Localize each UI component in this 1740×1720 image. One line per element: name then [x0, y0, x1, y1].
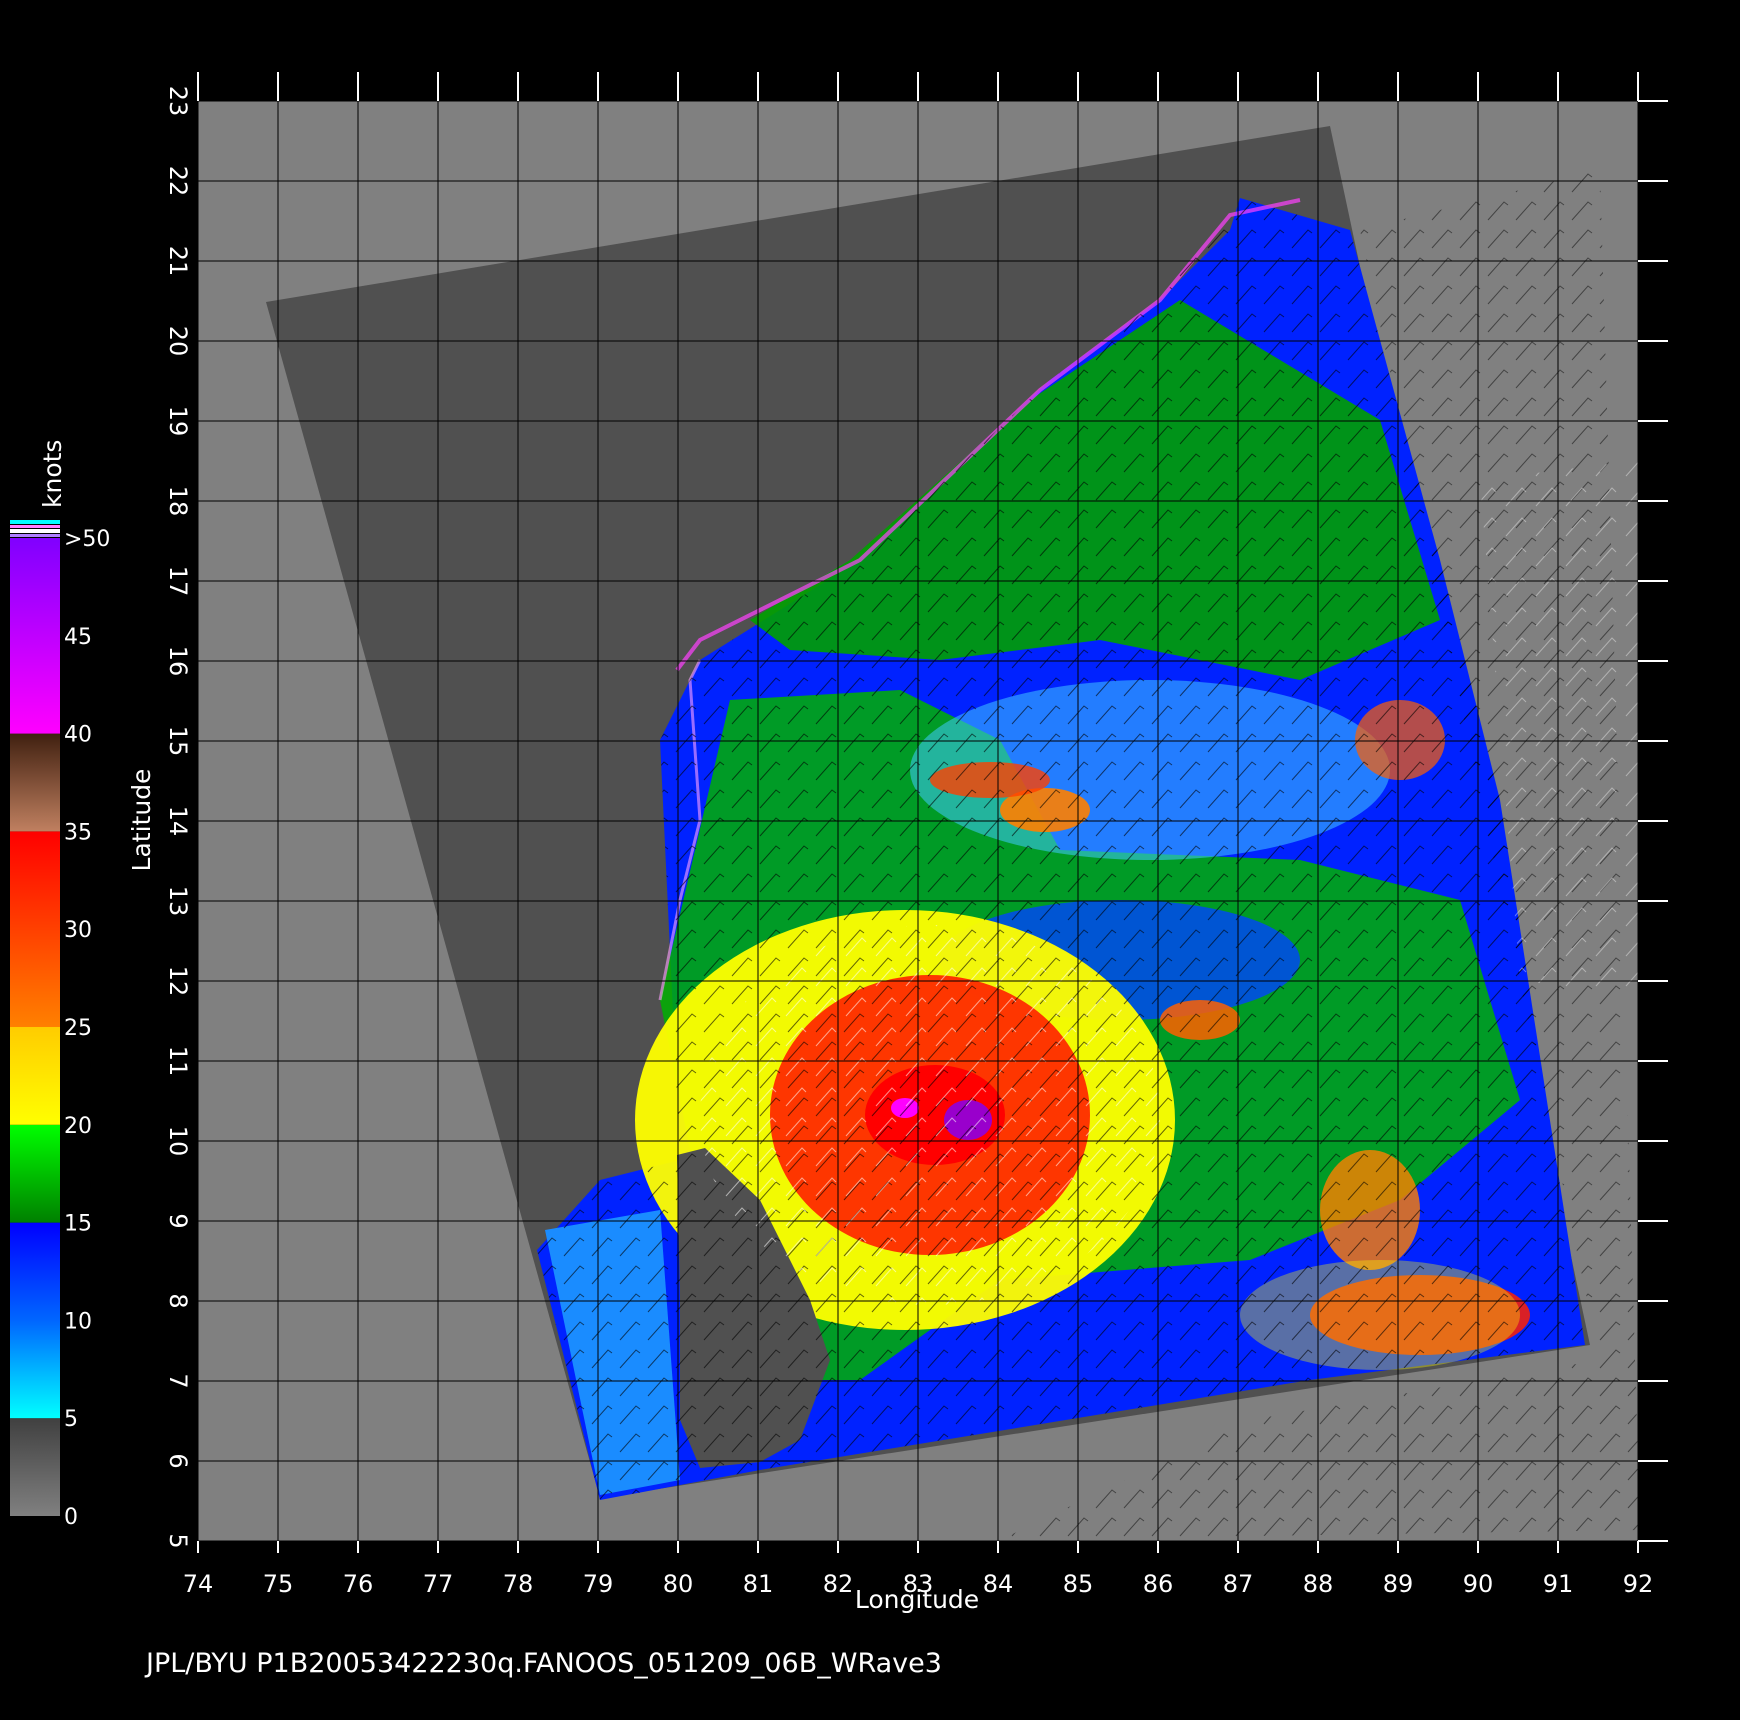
- footer-caption: JPL/BYU P1B20053422230q.FANOOS_051209_06…: [144, 1648, 942, 1679]
- lon-tick-label: 74: [183, 1570, 214, 1598]
- colorbar-units: knots: [38, 440, 67, 508]
- colorbar-label: 5: [64, 1407, 78, 1432]
- colorbar-label: 0: [64, 1505, 78, 1530]
- lat-tick-label: 11: [164, 1046, 192, 1077]
- lon-tick-label: 88: [1303, 1570, 1334, 1598]
- lat-tick-label: 13: [164, 886, 192, 917]
- lat-tick-label: 9: [164, 1213, 192, 1228]
- colorbar-band: [10, 538, 60, 734]
- lat-tick-label: 15: [164, 726, 192, 757]
- colorbar-gauge-top: [10, 520, 60, 524]
- lat-tick-label: 7: [164, 1373, 192, 1388]
- lat-tick-label: 21: [164, 246, 192, 277]
- lon-tick-label: 86: [1143, 1570, 1174, 1598]
- colorbar-band: [10, 831, 60, 1027]
- lon-tick-label: 89: [1383, 1570, 1414, 1598]
- lat-tick-label: 22: [164, 166, 192, 197]
- colorbar-label: 30: [64, 918, 92, 943]
- colorbar-band: [10, 1222, 60, 1419]
- lon-tick-label: 92: [1623, 1570, 1654, 1598]
- lon-tick-label: 79: [583, 1570, 614, 1598]
- lat-tick-label: 16: [164, 646, 192, 677]
- lon-tick-label: 91: [1543, 1570, 1574, 1598]
- lat-tick-label: 8: [164, 1293, 192, 1308]
- colorbar-band: [10, 1124, 60, 1223]
- x-axis-label: Longitude: [855, 1585, 979, 1614]
- colorbar-label: 45: [64, 625, 92, 650]
- lat-tick-label: 23: [164, 86, 192, 117]
- colorbar-label: 15: [64, 1212, 92, 1237]
- lat-tick-label: 6: [164, 1453, 192, 1468]
- wind-map: 74 75 76 77 78 79 80 81 82 83 84 85 86 87 88 89 90 91 92 5…: [10, 72, 1668, 1679]
- lon-tick-label: 81: [743, 1570, 774, 1598]
- lon-tick-label: 82: [823, 1570, 854, 1598]
- lon-tick-label: 78: [503, 1570, 534, 1598]
- lat-tick-label: 14: [164, 806, 192, 837]
- lon-tick-label: 80: [663, 1570, 694, 1598]
- colorbar-label: 20: [64, 1114, 92, 1139]
- lon-tick-label: 85: [1063, 1570, 1094, 1598]
- colorbar-label: 40: [64, 723, 92, 748]
- colorbar-label: 10: [64, 1309, 92, 1334]
- lat-tick-label: 5: [164, 1533, 192, 1548]
- colorbar-label: >50: [64, 527, 110, 552]
- lat-tick-label: 19: [164, 406, 192, 437]
- lon-tick-label: 90: [1463, 1570, 1494, 1598]
- lon-tick-label: 77: [423, 1570, 454, 1598]
- colorbar-label: 35: [64, 820, 92, 845]
- lon-tick-label: 75: [263, 1570, 294, 1598]
- lat-tick-label: 10: [164, 1126, 192, 1157]
- colorbar-band: [10, 1418, 60, 1516]
- lat-tick-label: 12: [164, 966, 192, 997]
- latitude-tick-labels: 5 6 7 8 9 10 11 12 13 14 15 16 17 18 19 20 21 22 23: [164, 86, 192, 1549]
- lon-tick-label: 76: [343, 1570, 374, 1598]
- lat-tick-label: 18: [164, 486, 192, 517]
- colorbar-label: 25: [64, 1016, 92, 1041]
- lon-tick-label: 84: [983, 1570, 1014, 1598]
- lon-tick-label: 87: [1223, 1570, 1254, 1598]
- y-axis-label: Latitude: [127, 769, 156, 872]
- lat-tick-label: 20: [164, 326, 192, 357]
- colorbar: >50 45 40 35 30 25 20 15 10 5 0 knots: [10, 440, 110, 1530]
- colorbar-band: [10, 1027, 60, 1125]
- colorbar-band: [10, 733, 60, 832]
- lat-tick-label: 17: [164, 566, 192, 597]
